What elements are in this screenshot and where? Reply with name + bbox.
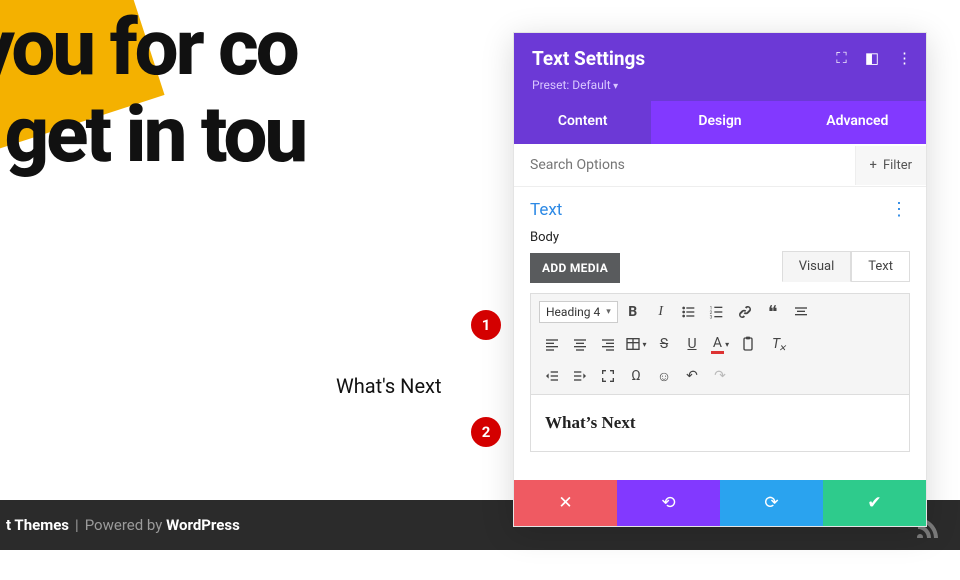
tab-design[interactable]: Design	[651, 101, 788, 144]
numbered-list-icon[interactable]: 123	[704, 300, 730, 324]
panel-tabs: Content Design Advanced	[514, 101, 926, 144]
editor-toolbar: Heading 4 B I 123 ❝ ▾ S U A▾ T✕ Ω ☺ ↶	[530, 293, 910, 395]
footer-themes-link[interactable]: t Themes	[6, 516, 69, 534]
editor-tab-visual[interactable]: Visual	[782, 251, 852, 282]
align-center-top-icon[interactable]	[788, 300, 814, 324]
plus-icon: +	[870, 158, 877, 173]
body-label: Body	[530, 230, 910, 245]
cancel-button[interactable]: ✕	[514, 480, 617, 526]
underline-icon[interactable]: U	[679, 332, 705, 356]
split-view-icon[interactable]: ◧	[865, 49, 879, 67]
footer-powered-prefix: Powered by	[85, 516, 163, 534]
expand-icon[interactable]: ⛶	[836, 49, 847, 67]
strikethrough-icon[interactable]: S	[651, 332, 677, 356]
text-section: Text ⋮ Body ADD MEDIA Visual Text Headin…	[514, 187, 926, 452]
editor-tab-text[interactable]: Text	[851, 251, 910, 282]
align-left-icon[interactable]	[539, 332, 565, 356]
callout-marker-1: 1	[471, 310, 501, 340]
outdent-icon[interactable]	[539, 364, 565, 388]
text-color-icon[interactable]: A▾	[707, 332, 733, 356]
panel-action-bar: ✕ ⟲ ⟳ ✔	[514, 480, 926, 526]
filter-button[interactable]: + Filter	[855, 146, 926, 185]
section-options-icon[interactable]: ⋮	[890, 199, 910, 220]
fullscreen-icon[interactable]	[595, 364, 621, 388]
footer-wordpress-link[interactable]: WordPress	[166, 516, 240, 534]
bold-icon[interactable]: B	[620, 300, 646, 324]
section-title[interactable]: Text	[530, 200, 562, 220]
tab-advanced[interactable]: Advanced	[789, 101, 926, 144]
reapply-button[interactable]: ⟳	[720, 480, 823, 526]
text-settings-panel: Text Settings Preset: Default ⛶ ◧ ⋮ Cont…	[513, 32, 927, 527]
revert-button[interactable]: ⟲	[617, 480, 720, 526]
indent-icon[interactable]	[567, 364, 593, 388]
save-button[interactable]: ✔	[823, 480, 926, 526]
filter-label: Filter	[883, 158, 912, 173]
undo-icon[interactable]: ↶	[679, 364, 705, 388]
page-headline: ank you for co We'll get in tou	[0, 5, 305, 180]
headline-line-2: We'll get in tou	[0, 92, 305, 179]
paste-text-icon[interactable]	[735, 332, 761, 356]
blockquote-icon[interactable]: ❝	[760, 300, 786, 324]
svg-text:3: 3	[709, 315, 712, 320]
editor-content[interactable]: What’s Next	[530, 395, 910, 452]
bulleted-list-icon[interactable]	[676, 300, 702, 324]
tab-content[interactable]: Content	[514, 101, 651, 144]
footer-divider: |	[75, 516, 79, 534]
emoji-icon[interactable]: ☺	[651, 364, 677, 388]
align-right-icon[interactable]	[595, 332, 621, 356]
clear-formatting-icon[interactable]: T✕	[763, 332, 789, 356]
panel-header: Text Settings Preset: Default ⛶ ◧ ⋮	[514, 33, 926, 101]
callout-marker-2: 2	[471, 417, 501, 447]
preset-dropdown[interactable]: Preset: Default	[532, 78, 618, 92]
add-media-button[interactable]: ADD MEDIA	[530, 253, 620, 283]
link-icon[interactable]	[732, 300, 758, 324]
italic-icon[interactable]: I	[648, 300, 674, 324]
search-input[interactable]	[514, 144, 855, 186]
format-select[interactable]: Heading 4	[539, 301, 618, 323]
special-char-icon[interactable]: Ω	[623, 364, 649, 388]
headline-line-1: ank you for co	[0, 5, 305, 92]
align-center-icon[interactable]	[567, 332, 593, 356]
more-menu-icon[interactable]: ⋮	[897, 49, 912, 67]
page-subhead: What's Next	[336, 374, 442, 398]
insert-table-icon[interactable]: ▾	[623, 332, 649, 356]
redo-icon[interactable]: ↷	[707, 364, 733, 388]
search-bar: + Filter	[514, 144, 926, 187]
